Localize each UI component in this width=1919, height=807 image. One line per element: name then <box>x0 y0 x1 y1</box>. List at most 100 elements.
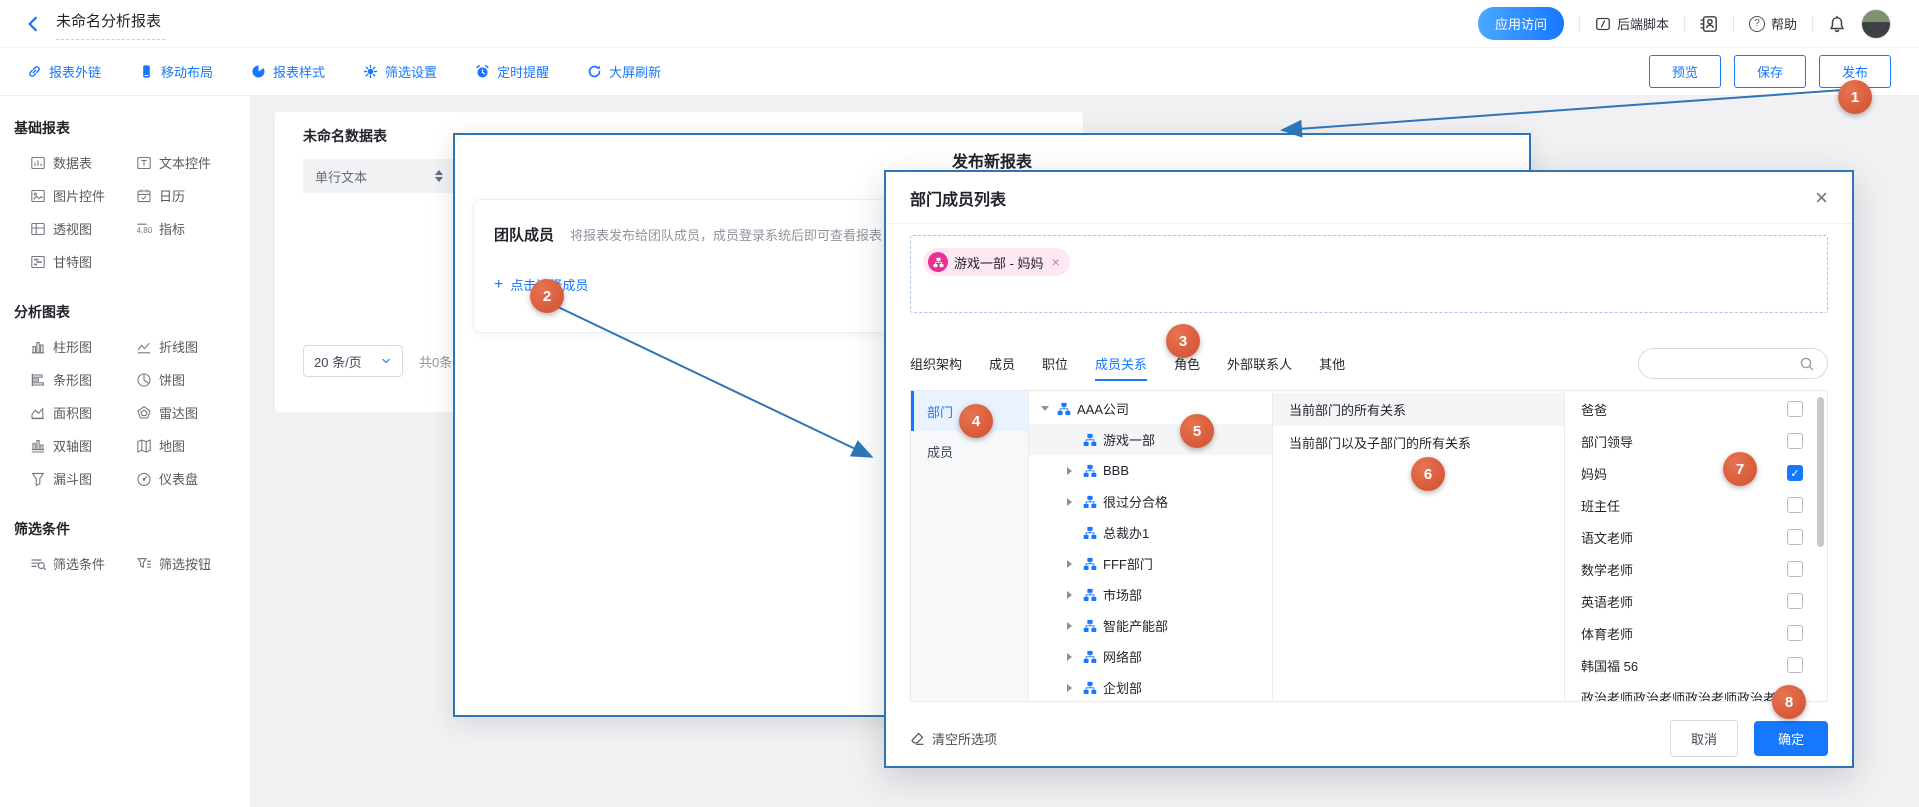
question-icon: ? <box>1749 16 1765 32</box>
checkbox-checked[interactable]: ✓ <box>1787 465 1803 481</box>
avatar[interactable] <box>1861 9 1891 39</box>
notifications-button[interactable] <box>1828 15 1846 33</box>
toolbar-item-report-style[interactable]: 报表样式 <box>251 62 325 81</box>
member-row[interactable]: 英语老师 <box>1565 585 1827 617</box>
page-size-select[interactable]: 20 条/页 <box>303 345 403 377</box>
org-icon <box>1083 433 1097 447</box>
tab-external-contacts[interactable]: 外部联系人 <box>1227 342 1292 384</box>
selected-member-tag[interactable]: 游戏一部 - 妈妈 × <box>923 248 1070 276</box>
sidebar-item-metric[interactable]: 指标 <box>136 212 250 245</box>
sidebar-item-image-widget[interactable]: 图片控件 <box>30 179 136 212</box>
sidebar-item-gantt[interactable]: 甘特图 <box>30 245 136 278</box>
tree-item[interactable]: AAA公司 <box>1029 393 1272 424</box>
tree-item[interactable]: 很过分合格 <box>1029 486 1272 517</box>
toolbar-item-mobile-layout[interactable]: 移动布局 <box>139 62 213 81</box>
caret-right-icon[interactable] <box>1067 560 1077 568</box>
clear-selection-link[interactable]: 清空所选项 <box>910 729 997 748</box>
dual-axis-icon <box>30 438 46 454</box>
sidebar-item-line-chart[interactable]: 折线图 <box>136 330 250 363</box>
member-row[interactable]: 数学老师 <box>1565 553 1827 585</box>
confirm-button[interactable]: 确定 <box>1754 721 1828 756</box>
toolbar-item-screen-refresh[interactable]: 大屏刷新 <box>587 62 661 81</box>
sidebar-item-gauge[interactable]: 仪表盘 <box>136 462 250 495</box>
sidebar-item-pie-chart[interactable]: 饼图 <box>136 363 250 396</box>
tree-item-selected[interactable]: 游戏一部 <box>1029 424 1272 455</box>
checkbox[interactable] <box>1787 625 1803 641</box>
alarm-icon <box>475 64 490 79</box>
org-icon <box>1083 464 1097 478</box>
checkbox[interactable] <box>1787 593 1803 609</box>
preview-button[interactable]: 预览 <box>1649 55 1721 88</box>
tree-item[interactable]: 网络部 <box>1029 641 1272 672</box>
checkbox[interactable] <box>1787 401 1803 417</box>
cancel-button[interactable]: 取消 <box>1670 720 1738 757</box>
relation-option-current-and-sub[interactable]: 当前部门以及子部门的所有关系 <box>1273 426 1564 459</box>
tree-item[interactable]: BBB <box>1029 455 1272 486</box>
sidebar-item-data-table[interactable]: 数据表 <box>30 146 136 179</box>
tab-members[interactable]: 成员 <box>989 342 1015 384</box>
toolbar-item-filter-settings[interactable]: 筛选设置 <box>363 62 437 81</box>
sort-icon[interactable] <box>435 170 443 182</box>
member-row[interactable]: 爸爸 <box>1565 393 1827 425</box>
sidebar-item-area-chart[interactable]: 面积图 <box>30 396 136 429</box>
sidebar-item-column-chart[interactable]: 柱形图 <box>30 330 136 363</box>
caret-right-icon[interactable] <box>1067 653 1077 661</box>
caret-right-icon[interactable] <box>1067 467 1077 475</box>
backend-script-button[interactable]: 后端脚本 <box>1595 14 1669 33</box>
sidebar-item-text-widget[interactable]: 文本控件 <box>136 146 250 179</box>
help-button[interactable]: ? 帮助 <box>1749 14 1797 33</box>
checkbox[interactable] <box>1787 433 1803 449</box>
checkbox[interactable] <box>1787 529 1803 545</box>
tree-item[interactable]: 智能产能部 <box>1029 610 1272 641</box>
tree-item[interactable]: 市场部 <box>1029 579 1272 610</box>
tab-member-relations[interactable]: 成员关系 <box>1095 342 1147 384</box>
toolbar-item-external-link[interactable]: 报表外链 <box>27 62 101 81</box>
caret-right-icon[interactable] <box>1067 622 1077 630</box>
member-row[interactable]: 体育老师 <box>1565 617 1827 649</box>
remove-tag-icon[interactable]: × <box>1052 254 1060 270</box>
search-input[interactable] <box>1653 349 1803 378</box>
sidebar-item-radar-chart[interactable]: 雷达图 <box>136 396 250 429</box>
member-row[interactable]: 部门领导 <box>1565 425 1827 457</box>
member-row[interactable]: 语文老师 <box>1565 521 1827 553</box>
tree-item[interactable]: 企划部 <box>1029 672 1272 702</box>
tree-item[interactable]: FFF部门 <box>1029 548 1272 579</box>
member-label: 韩国福 56 <box>1581 656 1638 675</box>
sidebar-item-pivot[interactable]: 透视图 <box>30 212 136 245</box>
member-row[interactable]: 班主任 <box>1565 489 1827 521</box>
step-badge-8: 8 <box>1772 685 1806 719</box>
table-column-header[interactable]: 单行文本 <box>303 159 455 193</box>
sidebar-item-bar-chart[interactable]: 条形图 <box>30 363 136 396</box>
checkbox[interactable] <box>1787 497 1803 513</box>
contacts-button[interactable] <box>1700 15 1718 33</box>
caret-down-icon[interactable] <box>1041 406 1051 411</box>
checkbox[interactable] <box>1787 561 1803 577</box>
tree-item[interactable]: 总裁办1 <box>1029 517 1272 548</box>
caret-right-icon[interactable] <box>1067 684 1077 692</box>
checkbox[interactable] <box>1787 657 1803 673</box>
member-row[interactable]: 韩国福 56 <box>1565 649 1827 681</box>
search-icon[interactable] <box>1799 356 1815 372</box>
sidebar-item-dual-axis[interactable]: 双轴图 <box>30 429 136 462</box>
sidebar-item-filter-button[interactable]: 筛选按钮 <box>136 547 250 580</box>
close-icon[interactable]: × <box>1815 187 1828 209</box>
member-label: 体育老师 <box>1581 624 1633 643</box>
member-row-checked[interactable]: 妈妈✓ <box>1565 457 1827 489</box>
save-button[interactable]: 保存 <box>1734 55 1806 88</box>
sidebar-item-map[interactable]: 地图 <box>136 429 250 462</box>
tab-other[interactable]: 其他 <box>1319 342 1345 384</box>
caret-right-icon[interactable] <box>1067 591 1077 599</box>
toolbar-item-scheduled-reminder[interactable]: 定时提醒 <box>475 62 549 81</box>
sidebar-item-funnel-chart[interactable]: 漏斗图 <box>30 462 136 495</box>
caret-right-icon[interactable] <box>1067 498 1077 506</box>
app-access-button[interactable]: 应用访问 <box>1478 7 1564 40</box>
tab-org-structure[interactable]: 组织架构 <box>910 342 962 384</box>
relation-option-current[interactable]: 当前部门的所有关系 <box>1273 393 1564 426</box>
page-title[interactable]: 未命名分析报表 <box>56 8 165 40</box>
scrollbar-thumb[interactable] <box>1817 397 1824 547</box>
step-badge-7: 7 <box>1723 452 1757 486</box>
back-icon[interactable] <box>24 15 42 33</box>
sidebar-item-calendar[interactable]: 日历 <box>136 179 250 212</box>
sidebar-item-filter-condition[interactable]: 筛选条件 <box>30 547 136 580</box>
tab-position[interactable]: 职位 <box>1042 342 1068 384</box>
